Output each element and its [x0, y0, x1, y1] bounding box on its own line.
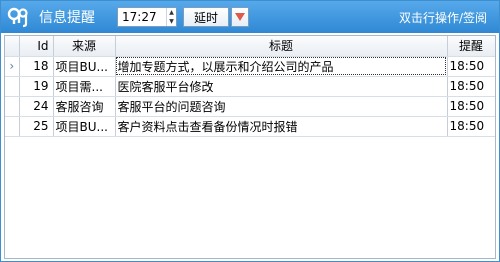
cell-title[interactable]: 增加专题方式，以展示和介绍公司的产品	[115, 56, 448, 77]
cell-source[interactable]: 项目需...	[53, 76, 116, 97]
cell-id[interactable]: 18	[19, 56, 54, 77]
delay-button[interactable]: 延时	[183, 7, 229, 27]
table-row[interactable]: 25 项目BU... 客户资料点击查看备份情况时报错 18:50	[5, 116, 495, 137]
column-header-source[interactable]: 来源	[53, 36, 116, 57]
cell-remind[interactable]: 18:50	[447, 116, 495, 137]
spin-down-icon[interactable]: ▼	[167, 17, 176, 26]
reminder-grid: Id 来源 标题 提醒 › 18 项目BU... 增加专题方式，以展示和介绍公司…	[4, 35, 496, 259]
current-row-indicator-icon: ›	[5, 56, 20, 77]
double-click-hint: 双击行操作/签阅	[398, 10, 487, 25]
table-row[interactable]: › 18 项目BU... 增加专题方式，以展示和介绍公司的产品 18:50	[5, 56, 495, 77]
cell-remind[interactable]: 18:50	[447, 76, 495, 97]
spin-buttons: ▲ ▼	[166, 8, 176, 26]
cell-id[interactable]: 24	[19, 96, 54, 117]
remind-time-spinner[interactable]: 17:27 ▲ ▼	[117, 7, 177, 27]
cell-source[interactable]: 客服咨询	[53, 96, 116, 117]
delay-dropdown-icon[interactable]	[231, 7, 249, 27]
reminder-table: Id 来源 标题 提醒 › 18 项目BU... 增加专题方式，以展示和介绍公司…	[5, 36, 495, 137]
table-row[interactable]: 24 客服咨询 客服平台的问题咨询 18:50	[5, 96, 495, 117]
window-title: 信息提醒	[39, 10, 95, 26]
row-indicator	[5, 76, 20, 97]
row-indicator	[5, 116, 20, 137]
title-bar: 信息提醒 17:27 ▲ ▼ 延时 双击行操作/签阅	[1, 1, 499, 33]
cell-id[interactable]: 19	[19, 76, 54, 97]
row-indicator	[5, 96, 20, 117]
remind-time-value[interactable]: 17:27	[118, 10, 166, 24]
column-header-title[interactable]: 标题	[115, 36, 448, 57]
row-indicator-header	[5, 36, 20, 57]
cell-title[interactable]: 医院客服平台修改	[115, 76, 448, 97]
cell-remind[interactable]: 18:50	[447, 56, 495, 77]
table-row[interactable]: 19 项目需... 医院客服平台修改 18:50	[5, 76, 495, 97]
cell-source[interactable]: 项目BU...	[53, 56, 116, 77]
app-logo-icon	[7, 6, 29, 28]
column-header-remind[interactable]: 提醒	[447, 36, 495, 57]
cell-remind[interactable]: 18:50	[447, 96, 495, 117]
cell-id[interactable]: 25	[19, 116, 54, 137]
spin-up-icon[interactable]: ▲	[167, 8, 176, 17]
column-header-id[interactable]: Id	[19, 36, 54, 57]
cell-source[interactable]: 项目BU...	[53, 116, 116, 137]
reminder-window: 信息提醒 17:27 ▲ ▼ 延时 双击行操作/签阅 Id 来源 标题 提醒 ›…	[0, 0, 500, 262]
table-header-row: Id 来源 标题 提醒	[5, 36, 495, 57]
cell-title[interactable]: 客服平台的问题咨询	[115, 96, 448, 117]
cell-title[interactable]: 客户资料点击查看备份情况时报错	[115, 116, 448, 137]
